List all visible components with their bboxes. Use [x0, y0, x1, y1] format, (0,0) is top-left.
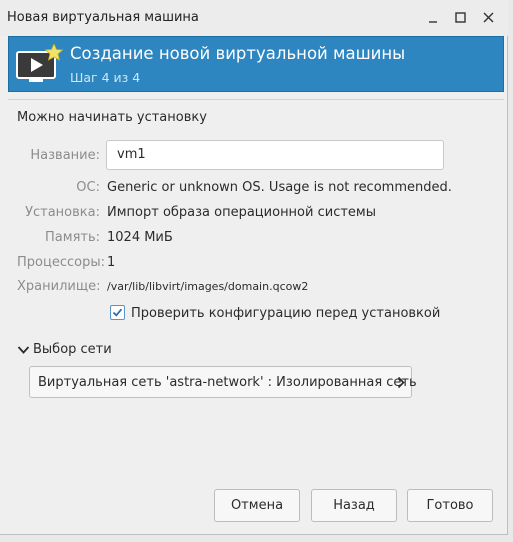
summary-heading: Можно начинать установку [17, 110, 207, 125]
network-select-value: Виртуальная сеть 'astra-network' : Изоли… [38, 375, 417, 390]
install-label: Установка: [25, 205, 100, 220]
cpus-label: Процессоры: [17, 255, 105, 270]
back-button[interactable]: Назад [311, 489, 397, 522]
storage-value: /var/lib/libvirt/images/domain.qcow2 [107, 280, 309, 293]
name-label: Название: [30, 148, 100, 163]
os-label: ОС: [76, 180, 100, 195]
memory-label: Память: [45, 230, 100, 245]
new-vm-dialog: Новая виртуальная машина Создание новой … [0, 0, 508, 535]
chevron-right-icon [397, 376, 405, 389]
window-title: Новая виртуальная машина [7, 10, 199, 25]
wizard-header: Создание новой виртуальной машины Шаг 4 … [8, 36, 504, 92]
close-icon[interactable] [480, 9, 498, 27]
network-expander-label: Выбор сети [33, 342, 112, 357]
new-vm-icon [16, 44, 64, 82]
minimize-icon[interactable] [425, 9, 443, 27]
customize-checkbox[interactable] [110, 305, 125, 320]
memory-value: 1024 МиБ [107, 230, 173, 245]
background-window-peek [0, 535, 80, 542]
os-value: Generic or unknown OS. Usage is not reco… [107, 180, 452, 195]
install-value: Импорт образа операционной системы [107, 205, 376, 220]
vm-name-input[interactable]: vm1 [106, 140, 444, 170]
cancel-button[interactable]: Отмена [214, 489, 300, 522]
wizard-step: Шаг 4 из 4 [70, 70, 141, 85]
cpus-value: 1 [107, 255, 116, 270]
maximize-icon[interactable] [452, 9, 470, 27]
finish-button[interactable]: Готово [407, 489, 493, 522]
chevron-down-icon [17, 346, 30, 354]
separator [8, 99, 504, 100]
wizard-title: Создание новой виртуальной машины [70, 44, 406, 63]
storage-label: Хранилище: [17, 279, 101, 294]
customize-label[interactable]: Проверить конфигурацию перед установкой [131, 306, 440, 321]
network-select[interactable]: Виртуальная сеть 'astra-network' : Изоли… [29, 366, 417, 398]
title-bar[interactable]: Новая виртуальная машина [0, 0, 508, 36]
checkmark-icon [112, 308, 123, 317]
